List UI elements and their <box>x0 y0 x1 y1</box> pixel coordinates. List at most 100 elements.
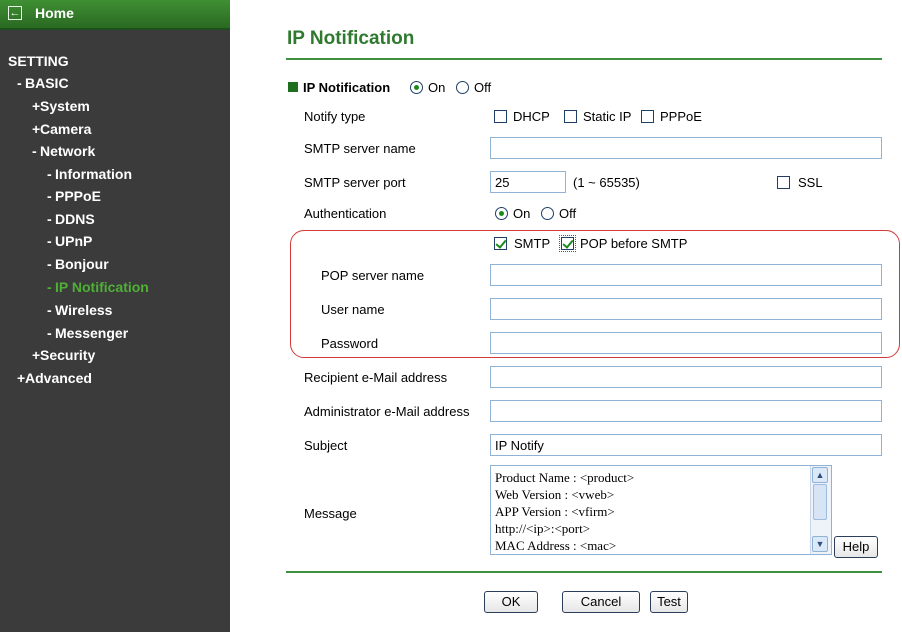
scroll-up-icon[interactable]: ▲ <box>812 467 828 483</box>
message-line: Web Version : <vweb> <box>495 487 615 502</box>
notify-static-ip-label: Static IP <box>583 109 632 124</box>
sidebar-item-label: Advanced <box>25 370 92 386</box>
sidebar-item-setting: SETTING <box>8 53 69 69</box>
ok-button[interactable]: OK <box>484 591 538 613</box>
cancel-button[interactable]: Cancel <box>562 591 640 613</box>
sidebar-item-label: PPPoE <box>55 188 101 204</box>
bullet: - <box>47 256 52 272</box>
recipient-email-label: Recipient e-Mail address <box>304 370 448 385</box>
expand-icon: + <box>32 347 41 363</box>
notify-dhcp-checkbox[interactable] <box>494 110 507 123</box>
sidebar-item-basic[interactable]: - BASIC <box>17 75 69 91</box>
sidebar-item-label: UPnP <box>55 233 93 249</box>
notify-pppoe-label: PPPoE <box>660 109 702 124</box>
collapse-icon: - <box>32 143 37 159</box>
notify-type-label: Notify type <box>304 109 366 124</box>
back-arrow-icon: ← <box>8 6 22 20</box>
sidebar-item-information[interactable]: - Information <box>47 166 132 182</box>
bottom-divider <box>286 571 882 573</box>
bullet: - <box>47 211 52 227</box>
section-bullet-icon <box>288 82 298 92</box>
bullet: - <box>47 166 52 182</box>
ssl-label: SSL <box>798 175 823 190</box>
ip-notification-on-radio[interactable] <box>410 81 423 94</box>
message-line: Product Name : <product> <box>495 470 635 485</box>
expand-icon: + <box>32 98 41 114</box>
notify-pppoe-checkbox[interactable] <box>641 110 654 123</box>
sidebar-item-label: Information <box>55 166 132 182</box>
home-label: Home <box>35 5 74 21</box>
sidebar-item-camera[interactable]: +Camera <box>32 121 91 137</box>
sidebar-item-label: Security <box>40 347 96 363</box>
scroll-down-icon[interactable]: ▼ <box>812 536 828 552</box>
password-label: Password <box>321 336 379 351</box>
sidebar-item-label: System <box>40 98 90 114</box>
expand-icon: + <box>17 370 26 386</box>
smtp-port-input[interactable]: 25 <box>490 171 566 193</box>
subject-label: Subject <box>304 438 348 453</box>
sidebar-item-ddns[interactable]: - DDNS <box>47 211 95 227</box>
test-button[interactable]: Test <box>650 591 688 613</box>
smtp-server-name-label: SMTP server name <box>304 141 416 156</box>
smtp-port-range: (1 ~ 65535) <box>573 175 640 190</box>
ip-notification-off-radio[interactable] <box>456 81 469 94</box>
smtp-auth-checkbox[interactable] <box>494 237 507 250</box>
ip-notification-off-label: Off <box>474 80 492 95</box>
notify-static-ip-checkbox[interactable] <box>564 110 577 123</box>
home-bar[interactable]: ← Home <box>0 0 230 30</box>
user-name-input[interactable] <box>490 298 882 320</box>
sidebar-item-label: Wireless <box>55 302 113 318</box>
smtp-auth-label: SMTP <box>514 236 551 251</box>
ssl-checkbox[interactable] <box>777 176 790 189</box>
ip-notification-on-label: On <box>428 80 446 95</box>
sidebar-item-ip-notification[interactable]: - IP Notification <box>47 279 149 295</box>
pop-before-smtp-label: POP before SMTP <box>580 236 688 251</box>
administrator-email-input[interactable] <box>490 400 882 422</box>
page-title: IP Notification <box>287 28 415 49</box>
password-input[interactable] <box>490 332 882 354</box>
auth-off-label: Off <box>559 206 577 221</box>
pop-server-name-input[interactable] <box>490 264 882 286</box>
auth-on-label: On <box>513 206 531 221</box>
notify-dhcp-label: DHCP <box>513 109 550 124</box>
recipient-email-input[interactable] <box>490 366 882 388</box>
sidebar-item-system[interactable]: +System <box>32 98 90 114</box>
message-scrollbar[interactable]: ▲ ▼ <box>810 466 831 554</box>
scroll-thumb[interactable] <box>813 484 827 520</box>
expand-icon: + <box>32 121 41 137</box>
bullet: - <box>47 325 52 341</box>
sidebar-item-messenger[interactable]: - Messenger <box>47 325 128 341</box>
auth-off-radio[interactable] <box>541 207 554 220</box>
auth-on-radio[interactable] <box>495 207 508 220</box>
message-label: Message <box>304 506 357 521</box>
sidebar-item-advanced[interactable]: +Advanced <box>17 370 92 386</box>
message-line: http://<ip>:<port> <box>495 521 591 536</box>
sidebar-item-pppoe[interactable]: - PPPoE <box>47 188 101 204</box>
help-button[interactable]: Help <box>834 536 878 558</box>
sidebar-item-label: Network <box>40 143 96 159</box>
sidebar-item-label: Camera <box>40 121 92 137</box>
sidebar-item-upnp[interactable]: - UPnP <box>47 233 92 249</box>
sidebar-item-label: DDNS <box>55 211 95 227</box>
sidebar-item-label: SETTING <box>8 53 69 69</box>
user-name-label: User name <box>321 302 385 317</box>
pop-before-smtp-checkbox[interactable] <box>559 235 576 252</box>
main-content: IP Notification IP Notification On Off N… <box>230 0 902 632</box>
message-textarea[interactable]: Product Name : <product> Web Version : <v… <box>490 465 832 555</box>
bullet: - <box>47 233 52 249</box>
sidebar-item-wireless[interactable]: - Wireless <box>47 302 112 318</box>
sidebar-item-label: Messenger <box>55 325 129 341</box>
bullet: - <box>47 302 52 318</box>
subject-input[interactable]: IP Notify <box>490 434 882 456</box>
section-label: IP Notification <box>303 80 391 95</box>
message-line: MAC Address : <mac> <box>495 538 617 553</box>
title-divider <box>286 58 882 60</box>
message-line: APP Version : <vfirm> <box>495 504 615 519</box>
sidebar-item-network[interactable]: - Network <box>32 143 95 159</box>
smtp-port-label: SMTP server port <box>304 175 406 190</box>
smtp-server-name-input[interactable] <box>490 137 882 159</box>
sidebar-item-label: BASIC <box>25 75 69 91</box>
sidebar-item-security[interactable]: +Security <box>32 347 95 363</box>
sidebar: ← Home SETTING - BASIC +System +Camera -N… <box>0 0 230 632</box>
sidebar-item-bonjour[interactable]: - Bonjour <box>47 256 109 272</box>
